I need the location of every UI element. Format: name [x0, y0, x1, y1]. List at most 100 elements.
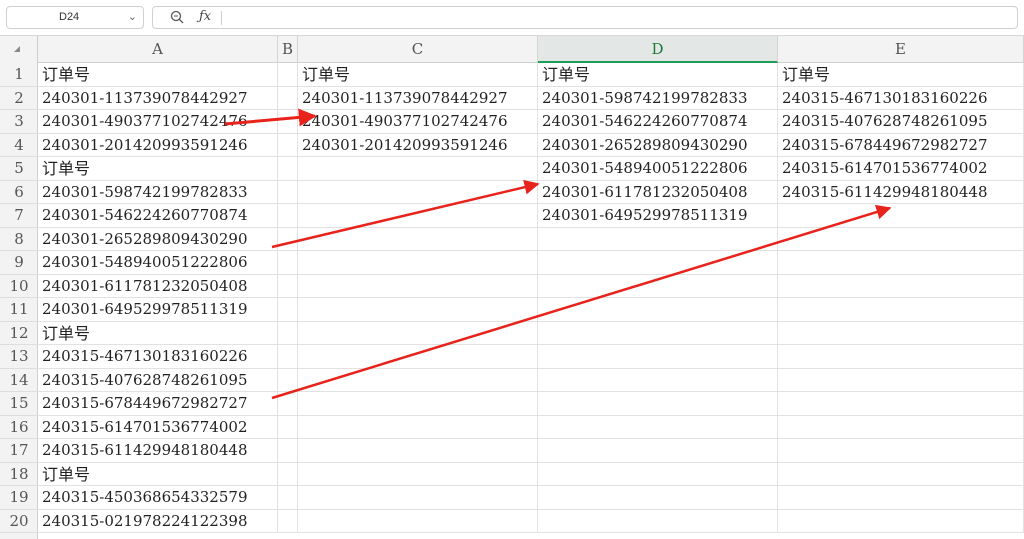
- cell-e19[interactable]: [778, 486, 1024, 510]
- cell-a7[interactable]: 240301-546224260770874: [38, 204, 278, 228]
- cell-b11[interactable]: [278, 298, 298, 322]
- row-header-14[interactable]: 14: [0, 369, 38, 392]
- cell-e9[interactable]: [778, 251, 1024, 275]
- cell-e12[interactable]: [778, 321, 1024, 345]
- cell-b17[interactable]: [278, 439, 298, 463]
- function-icon[interactable]: ƒx: [199, 9, 211, 24]
- cell-a1[interactable]: 订单号: [38, 63, 278, 87]
- cell-b8[interactable]: [278, 227, 298, 251]
- cell-b3[interactable]: [278, 110, 298, 134]
- row-header-15[interactable]: 15: [0, 392, 38, 416]
- cell-d9[interactable]: [538, 251, 778, 275]
- cell-d13[interactable]: [538, 345, 778, 369]
- zoom-icon[interactable]: [170, 10, 184, 24]
- cell-e20[interactable]: [778, 509, 1024, 533]
- cell-b7[interactable]: [278, 204, 298, 228]
- cell-d10[interactable]: [538, 274, 778, 298]
- cell-e3[interactable]: 240315-407628748261095: [778, 110, 1024, 134]
- cell-b10[interactable]: [278, 274, 298, 298]
- cell-a11[interactable]: 240301-649529978511319: [38, 298, 278, 322]
- row-header-5[interactable]: 5: [0, 157, 38, 181]
- cell-c16[interactable]: [298, 415, 538, 439]
- cell-e7[interactable]: [778, 204, 1024, 228]
- cell-a12[interactable]: 订单号: [38, 321, 278, 345]
- cell-d17[interactable]: [538, 439, 778, 463]
- cell-a6[interactable]: 240301-598742199782833: [38, 180, 278, 204]
- cell-c20[interactable]: [298, 509, 538, 533]
- cell-d12[interactable]: [538, 321, 778, 345]
- cell-d5[interactable]: 240301-548940051222806: [538, 157, 778, 181]
- cell-a3[interactable]: 240301-490377102742476: [38, 110, 278, 134]
- cell-c17[interactable]: [298, 439, 538, 463]
- cell-e8[interactable]: [778, 227, 1024, 251]
- name-box[interactable]: D24 ⌄: [6, 6, 144, 29]
- cell-d8[interactable]: [538, 227, 778, 251]
- formula-input-area[interactable]: ƒx: [152, 6, 1018, 29]
- cell-a10[interactable]: 240301-611781232050408: [38, 274, 278, 298]
- cell-c9[interactable]: [298, 251, 538, 275]
- row-header-20[interactable]: 20: [0, 510, 38, 533]
- column-header-e[interactable]: E: [778, 36, 1024, 63]
- cell-e11[interactable]: [778, 298, 1024, 322]
- cell-a19[interactable]: 240315-450368654332579: [38, 486, 278, 510]
- cell-a17[interactable]: 240315-611429948180448: [38, 439, 278, 463]
- cell-e17[interactable]: [778, 439, 1024, 463]
- cell-c2[interactable]: 240301-113739078442927: [298, 86, 538, 110]
- cell-b5[interactable]: [278, 157, 298, 181]
- cell-b19[interactable]: [278, 486, 298, 510]
- cell-c3[interactable]: 240301-490377102742476: [298, 110, 538, 134]
- cell-c15[interactable]: [298, 392, 538, 416]
- cell-d16[interactable]: [538, 415, 778, 439]
- row-header-3[interactable]: 3: [0, 110, 38, 134]
- cell-b18[interactable]: [278, 462, 298, 486]
- row-header-9[interactable]: 9: [0, 251, 38, 275]
- row-header-12[interactable]: 12: [0, 322, 38, 345]
- cell-d20[interactable]: [538, 509, 778, 533]
- row-header-6[interactable]: 6: [0, 181, 38, 204]
- cell-a14[interactable]: 240315-407628748261095: [38, 368, 278, 392]
- cell-c12[interactable]: [298, 321, 538, 345]
- select-all-corner[interactable]: [0, 36, 38, 63]
- cell-d18[interactable]: [538, 462, 778, 486]
- cell-a15[interactable]: 240315-678449672982727: [38, 392, 278, 416]
- row-header-10[interactable]: 10: [0, 275, 38, 298]
- column-header-b[interactable]: B: [278, 36, 298, 63]
- row-header-18[interactable]: 18: [0, 463, 38, 486]
- cell-a5[interactable]: 订单号: [38, 157, 278, 181]
- row-header-2[interactable]: 2: [0, 87, 38, 110]
- cell-e16[interactable]: [778, 415, 1024, 439]
- row-header-11[interactable]: 11: [0, 298, 38, 322]
- cell-d15[interactable]: [538, 392, 778, 416]
- cell-a4[interactable]: 240301-201420993591246: [38, 133, 278, 157]
- row-header-1[interactable]: 1: [0, 63, 38, 87]
- column-header-a[interactable]: A: [38, 36, 278, 63]
- cell-b2[interactable]: [278, 86, 298, 110]
- cell-e15[interactable]: [778, 392, 1024, 416]
- cell-c13[interactable]: [298, 345, 538, 369]
- column-header-d[interactable]: D: [538, 36, 778, 63]
- cell-e1[interactable]: 订单号: [778, 63, 1024, 87]
- cell-b4[interactable]: [278, 133, 298, 157]
- cell-b6[interactable]: [278, 180, 298, 204]
- cell-b14[interactable]: [278, 368, 298, 392]
- cell-c5[interactable]: [298, 157, 538, 181]
- cell-a20[interactable]: 240315-021978224122398: [38, 509, 278, 533]
- row-header-13[interactable]: 13: [0, 345, 38, 369]
- cell-e2[interactable]: 240315-467130183160226: [778, 86, 1024, 110]
- row-header-4[interactable]: 4: [0, 134, 38, 157]
- cell-a16[interactable]: 240315-614701536774002: [38, 415, 278, 439]
- cell-b12[interactable]: [278, 321, 298, 345]
- row-header-7[interactable]: 7: [0, 204, 38, 228]
- row-header-8[interactable]: 8: [0, 228, 38, 251]
- cell-c11[interactable]: [298, 298, 538, 322]
- cell-d4[interactable]: 240301-265289809430290: [538, 133, 778, 157]
- cell-a9[interactable]: 240301-548940051222806: [38, 251, 278, 275]
- cell-b15[interactable]: [278, 392, 298, 416]
- column-header-c[interactable]: C: [298, 36, 538, 63]
- cell-d1[interactable]: 订单号: [538, 63, 778, 87]
- cell-a18[interactable]: 订单号: [38, 462, 278, 486]
- cell-c8[interactable]: [298, 227, 538, 251]
- cell-a13[interactable]: 240315-467130183160226: [38, 345, 278, 369]
- cell-e13[interactable]: [778, 345, 1024, 369]
- row-header-16[interactable]: 16: [0, 416, 38, 439]
